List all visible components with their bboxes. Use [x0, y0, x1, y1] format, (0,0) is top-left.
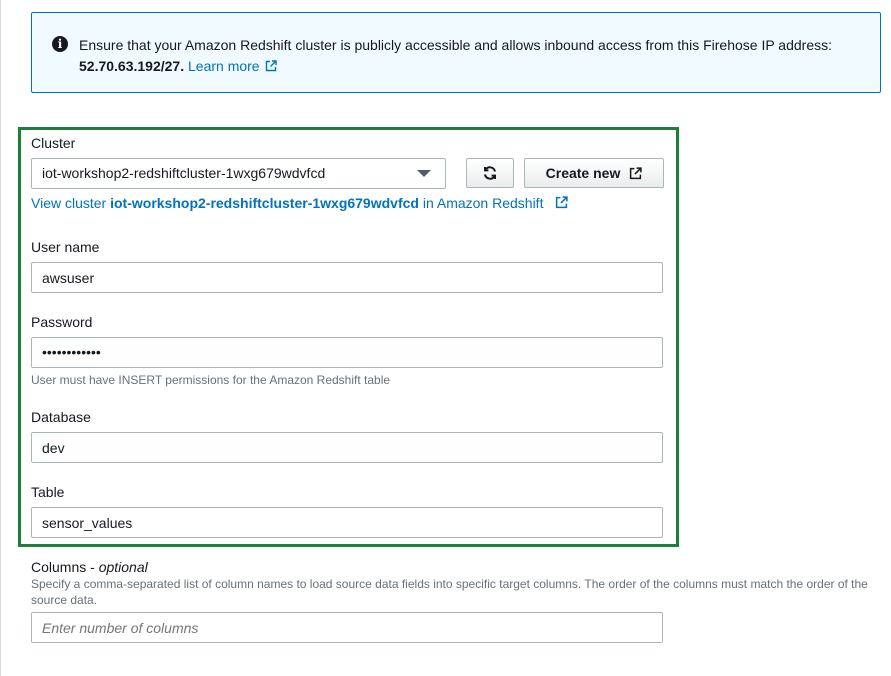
create-new-cluster-button[interactable]: Create new: [524, 158, 664, 188]
optional-tag: optional: [98, 559, 148, 575]
password-input[interactable]: ••••••••••••: [31, 337, 663, 368]
cluster-label: Cluster: [31, 135, 76, 151]
info-alert: i Ensure that your Amazon Redshift clust…: [31, 12, 881, 93]
info-icon: i: [52, 36, 68, 52]
refresh-clusters-button[interactable]: [466, 158, 514, 188]
user-name-label: User name: [31, 239, 100, 255]
view-cluster-prefix: View cluster: [31, 195, 107, 211]
cluster-selected-value: iot-workshop2-redshiftcluster-1wxg679wdv…: [42, 165, 326, 181]
table-input[interactable]: [31, 507, 663, 538]
external-link-icon: [556, 196, 569, 209]
learn-more-label: Learn more: [188, 58, 260, 74]
cluster-select[interactable]: iot-workshop2-redshiftcluster-1wxg679wdv…: [31, 158, 446, 189]
database-label: Database: [31, 409, 91, 425]
table-label: Table: [31, 484, 65, 500]
columns-input[interactable]: [31, 612, 663, 643]
page-left-border: [0, 0, 1, 676]
password-hint: User must have INSERT permissions for th…: [31, 373, 391, 387]
view-cluster-name: iot-workshop2-redshiftcluster-1wxg679wdv…: [110, 195, 419, 211]
user-name-input[interactable]: [31, 262, 663, 293]
firehose-ip-address: 52.70.63.192/27.: [79, 58, 185, 74]
view-cluster-suffix: in Amazon Redshift: [422, 195, 544, 211]
columns-description: Specify a comma-separated list of column…: [31, 577, 868, 607]
info-message: Ensure that your Amazon Redshift cluster…: [79, 37, 832, 53]
external-link-icon: [630, 166, 643, 179]
info-alert-text: Ensure that your Amazon Redshift cluster…: [79, 35, 869, 77]
password-label: Password: [31, 314, 93, 330]
refresh-icon: [484, 166, 496, 180]
view-cluster-link[interactable]: View cluster iot-workshop2-redshiftclust…: [31, 195, 569, 211]
create-new-label: Create new: [545, 165, 621, 181]
external-link-icon: [265, 60, 277, 72]
chevron-down-icon: [417, 170, 431, 177]
columns-label: Columns - optional: [31, 559, 148, 575]
columns-label-text: Columns -: [31, 559, 95, 575]
learn-more-link[interactable]: Learn more: [188, 58, 277, 74]
database-input[interactable]: [31, 432, 663, 463]
